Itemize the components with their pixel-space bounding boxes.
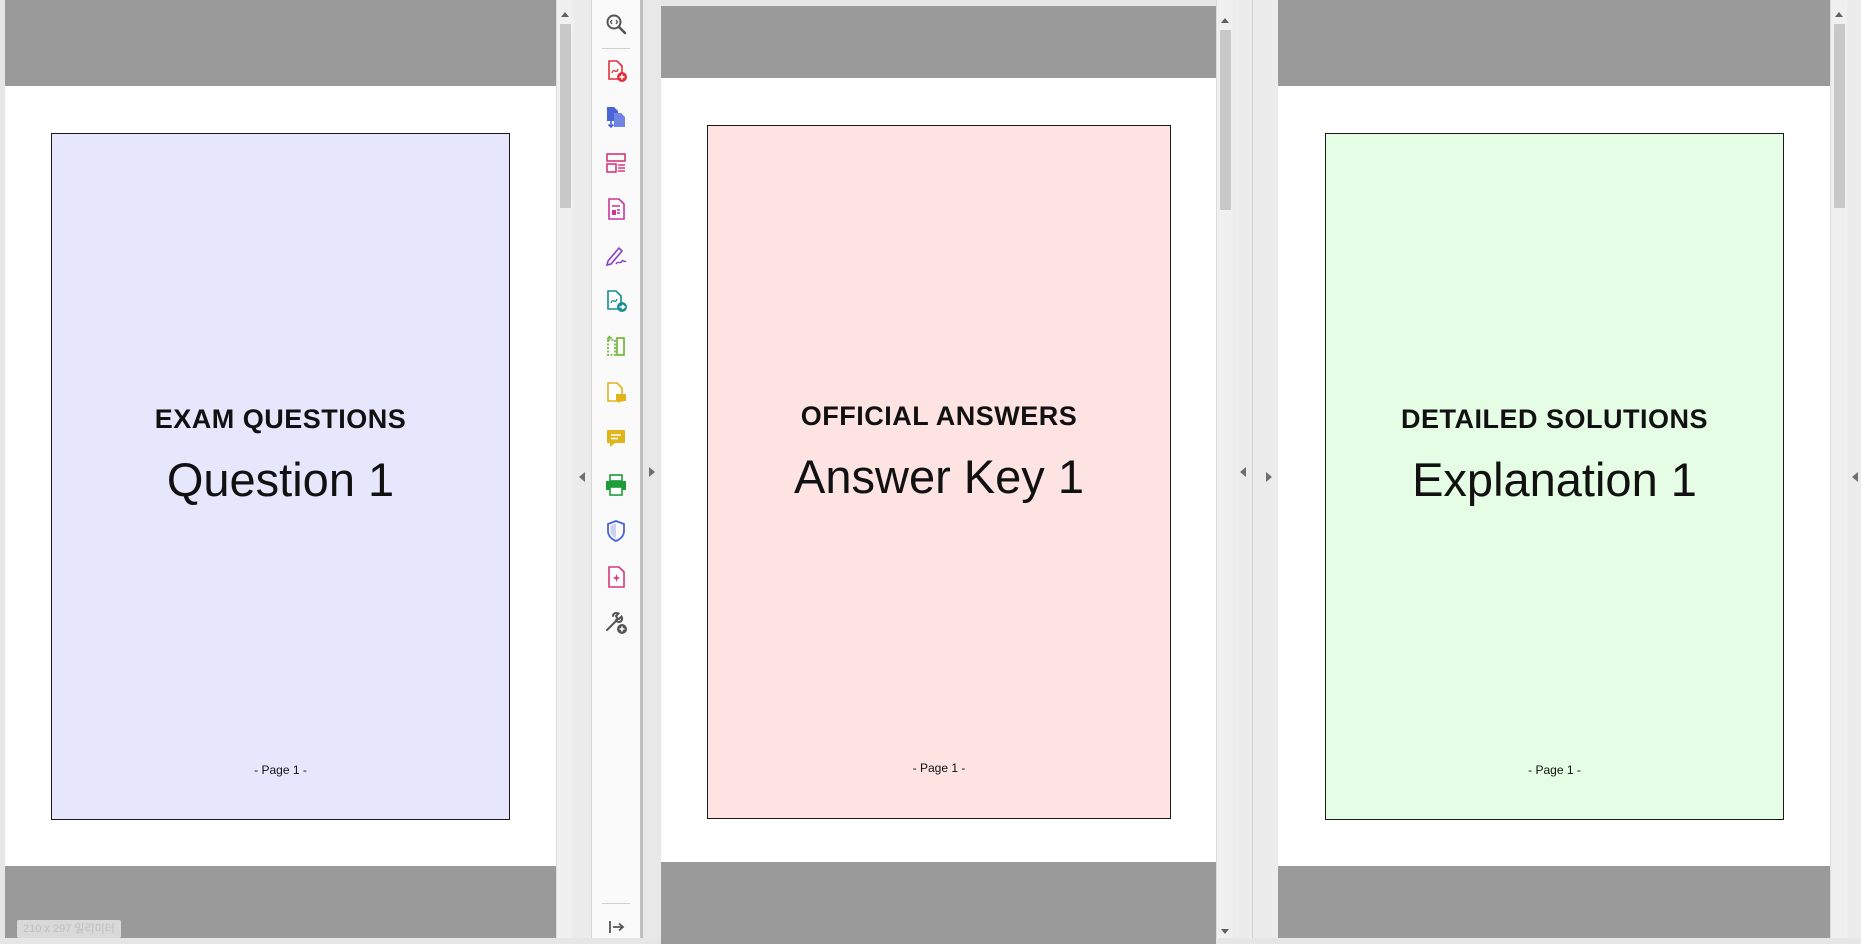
pdf-page[interactable]: EXAM QUESTIONS Question 1 - Page 1 - (51, 133, 510, 820)
page-footer: - Page 1 - (254, 763, 307, 777)
protect-icon[interactable] (602, 517, 630, 545)
pdf-page[interactable]: DETAILED SOLUTIONS Explanation 1 - Page … (1325, 133, 1784, 820)
page-heading: EXAM QUESTIONS (154, 404, 407, 434)
scroll-thumb[interactable] (1220, 30, 1231, 210)
expand-right-icon[interactable] (1266, 472, 1272, 482)
page-heading: OFFICIAL ANSWERS (800, 401, 1078, 431)
collapse-pane-icon[interactable] (602, 913, 630, 941)
pane-splitter-4[interactable] (1847, 0, 1861, 938)
pane-splitter-1[interactable] (573, 0, 591, 938)
create-pdf-icon[interactable] (602, 57, 630, 85)
collapse-left-icon[interactable] (1852, 472, 1858, 482)
pdf-page[interactable]: OFFICIAL ANSWERS Answer Key 1 - Page 1 - (707, 125, 1171, 819)
document-pane-solutions: DETAILED SOLUTIONS Explanation 1 - Page … (1278, 0, 1830, 938)
scrollbar-pane-3[interactable] (1830, 0, 1848, 938)
comment-file-icon[interactable] (602, 379, 630, 407)
page-footer: - Page 1 - (912, 761, 966, 775)
page-footer: - Page 1 - (1528, 763, 1581, 777)
compare-files-icon[interactable] (602, 333, 630, 361)
scroll-up-icon[interactable] (561, 12, 569, 17)
scroll-thumb[interactable] (560, 24, 571, 208)
collapse-left-icon[interactable] (579, 472, 585, 482)
more-tools-icon[interactable] (602, 609, 630, 637)
tools-pane (591, 0, 641, 938)
comment-icon[interactable] (602, 425, 630, 453)
page-size-indicator: 210 x 297 밀리미터 (17, 920, 121, 938)
scroll-up-icon[interactable] (1835, 12, 1843, 17)
splitter-grip (640, 0, 643, 938)
splitter-divider (1252, 0, 1253, 938)
scrollbar-pane-2[interactable] (1216, 0, 1234, 938)
rail-divider (602, 903, 630, 904)
scroll-down-icon[interactable] (1221, 929, 1229, 934)
pane-splitter-3[interactable] (1233, 0, 1278, 938)
export-pdf-icon[interactable] (602, 103, 630, 131)
edit-pdf-icon[interactable] (602, 195, 630, 223)
scroll-up-icon[interactable] (1221, 18, 1229, 23)
rich-media-icon[interactable] (602, 563, 630, 591)
rail-divider (602, 48, 630, 49)
collapse-left-icon[interactable] (1240, 467, 1246, 477)
organize-pages-icon[interactable] (602, 149, 630, 177)
page-subheading: Answer Key 1 (794, 450, 1084, 503)
print-production-icon[interactable] (602, 471, 630, 499)
scroll-thumb[interactable] (1834, 24, 1845, 208)
expand-right-icon[interactable] (649, 467, 655, 477)
send-for-review-icon[interactable] (602, 287, 630, 315)
fill-sign-icon[interactable] (602, 241, 630, 269)
zoom-icon[interactable] (602, 10, 630, 38)
page-subheading: Explanation 1 (1412, 453, 1697, 506)
pane-splitter-2[interactable] (640, 0, 661, 938)
document-pane-answers: OFFICIAL ANSWERS Answer Key 1 - Page 1 - (661, 6, 1216, 944)
document-pane-questions: EXAM QUESTIONS Question 1 - Page 1 - 210… (5, 0, 556, 938)
scrollbar-pane-1[interactable] (556, 0, 574, 938)
page-subheading: Question 1 (166, 453, 395, 506)
page-heading: DETAILED SOLUTIONS (1400, 404, 1708, 434)
